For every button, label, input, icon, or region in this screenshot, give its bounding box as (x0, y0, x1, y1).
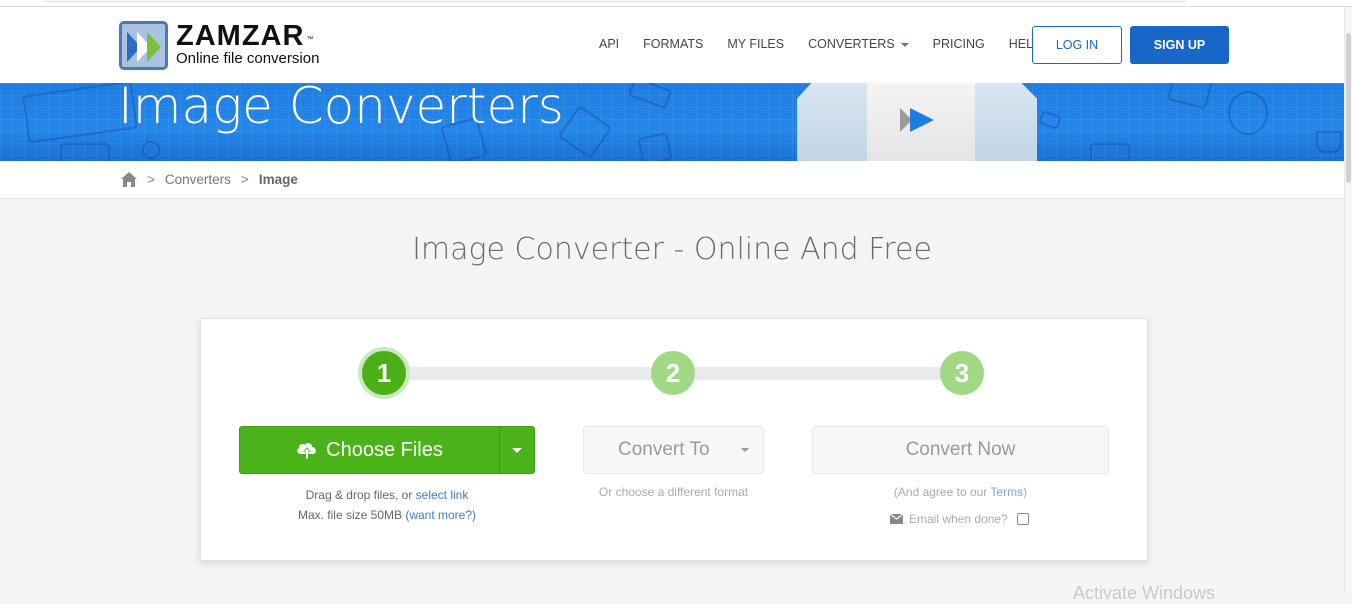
convert-now-button[interactable]: Convert Now (812, 426, 1109, 474)
terms-link[interactable]: Terms (990, 485, 1023, 499)
convert-to-select[interactable]: Convert To (583, 426, 764, 474)
format-hint: Or choose a different format (598, 485, 749, 499)
conversion-docs-illustration (797, 83, 1037, 161)
activate-windows-watermark: Activate Windows (1073, 583, 1216, 603)
keyboard-doodle-icon (60, 143, 110, 161)
clipboard-doodle-icon (1090, 143, 1130, 161)
envelope-icon (890, 514, 903, 524)
convert-to-label: Convert To (618, 439, 710, 460)
logo-tagline: Online file conversion (176, 50, 320, 67)
nav-pricing[interactable]: PRICING (933, 37, 985, 51)
choose-files-button[interactable]: Choose Files (239, 426, 535, 474)
email-checkbox[interactable] (1016, 513, 1029, 525)
banner-title: Image Converters (118, 83, 564, 135)
caret-down-icon (741, 448, 749, 452)
cloud-upload-icon (297, 442, 316, 459)
hero-banner: Image Converters (0, 83, 1344, 161)
logo-arrows-icon (119, 21, 168, 70)
email-when-done-row: Email when done? (890, 512, 1029, 526)
email-label: Email when done? (909, 512, 1008, 526)
step-3-indicator: 3 (940, 351, 984, 395)
step-2-indicator: 2 (651, 351, 695, 395)
upload-hint: Drag & drop files, or select link Max. f… (297, 488, 477, 522)
choose-files-dropdown-toggle[interactable] (499, 427, 534, 473)
select-link[interactable]: select link (416, 488, 469, 502)
music-doodle-icon (1316, 131, 1342, 153)
zamzar-logo[interactable]: ZAMZAR ™ Online file conversion (119, 21, 319, 70)
breadcrumb-current: Image (258, 172, 298, 187)
page-scrollbar[interactable] (1344, 7, 1352, 593)
breadcrumb-separator: > (147, 172, 155, 187)
choose-files-label: Choose Files (326, 438, 443, 461)
home-icon[interactable] (121, 172, 137, 187)
want-more-link[interactable]: want more? (409, 508, 472, 522)
scrollbar-thumb[interactable] (1346, 33, 1351, 183)
terms-note: (And agree to our Terms) (893, 485, 1028, 499)
nav-my-files[interactable]: MY FILES (727, 37, 784, 51)
nav-api[interactable]: API (599, 37, 619, 51)
breadcrumb-bar: > Converters > Image (0, 161, 1344, 199)
step-1-indicator: 1 (362, 351, 406, 395)
caret-down-icon (512, 447, 522, 453)
main-nav: API FORMATS MY FILES CONVERTERS PRICING … (599, 37, 1065, 51)
logo-name: ZAMZAR ™ (176, 20, 315, 52)
nav-converters[interactable]: CONVERTERS (808, 37, 909, 51)
magnifier-doodle-icon (142, 141, 160, 159)
login-button[interactable]: LOG IN (1032, 26, 1122, 64)
breadcrumb-converters[interactable]: Converters (165, 172, 231, 187)
nav-formats[interactable]: FORMATS (643, 37, 703, 51)
browser-top-strip (0, 0, 1352, 7)
choose-files-main[interactable]: Choose Files (240, 427, 499, 473)
play-doodle-icon (1228, 91, 1268, 135)
site-header: ZAMZAR ™ Online file conversion API FORMA… (0, 7, 1344, 83)
breadcrumb: > Converters > Image (121, 172, 298, 187)
breadcrumb-separator: > (240, 172, 249, 187)
caret-down-icon (900, 42, 909, 47)
convert-arrows-icon (900, 108, 934, 132)
page-title: Image Converter - Online And Free (412, 232, 932, 267)
signup-button[interactable]: SIGN UP (1130, 26, 1229, 64)
photo-doodle-icon (637, 132, 673, 161)
